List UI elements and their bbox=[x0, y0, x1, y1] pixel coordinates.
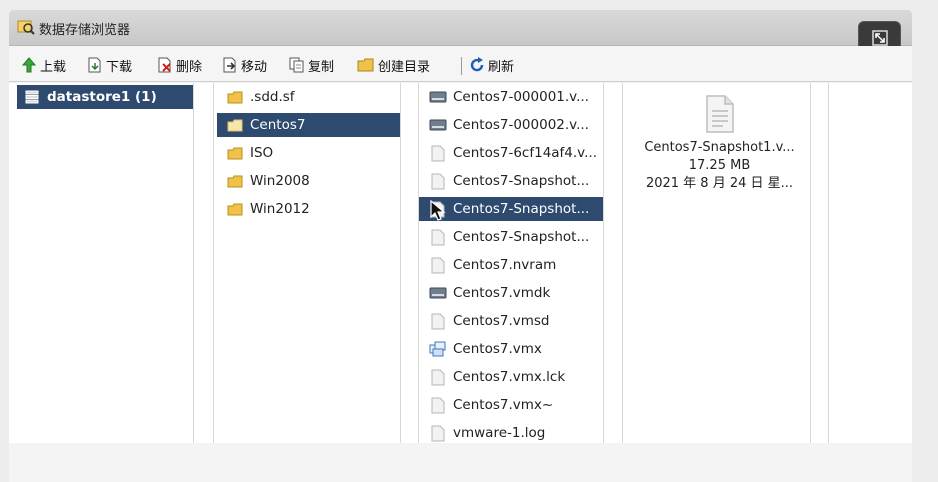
file-label: Centos7.vmx bbox=[453, 341, 542, 357]
file-icon bbox=[429, 229, 447, 245]
file-item[interactable]: Centos7-Snapshot... bbox=[424, 169, 603, 193]
folder-item[interactable]: Win2012 bbox=[222, 197, 400, 221]
window-title: 数据存储浏览器 bbox=[39, 23, 131, 38]
title-bar: 数据存储浏览器 bbox=[9, 10, 912, 46]
download-label: 下载 bbox=[106, 59, 133, 75]
refresh-label: 刷新 bbox=[488, 59, 515, 75]
create-directory-button[interactable]: 创建目录 bbox=[357, 55, 430, 75]
file-label: Centos7-6cf14af4.v... bbox=[453, 145, 597, 161]
file-item[interactable]: Centos7.vmx.lck bbox=[424, 365, 603, 389]
file-item[interactable]: vmware-1.log bbox=[424, 421, 603, 445]
pane-divider bbox=[603, 83, 604, 443]
file-item[interactable]: Centos7-6cf14af4.v... bbox=[424, 141, 603, 165]
file-icon bbox=[429, 397, 447, 413]
folder-label: Centos7 bbox=[250, 117, 306, 133]
file-item[interactable]: Centos7.vmx bbox=[424, 337, 603, 361]
refresh-icon bbox=[470, 57, 484, 72]
move-label: 移动 bbox=[241, 59, 268, 75]
download-button[interactable]: 下载 bbox=[87, 55, 132, 75]
file-label: Centos7-Snapshot... bbox=[453, 229, 590, 245]
pane-divider bbox=[213, 83, 214, 443]
file-icon bbox=[429, 425, 447, 441]
pane-divider bbox=[400, 83, 401, 443]
folder-icon bbox=[226, 89, 244, 105]
copy-icon bbox=[289, 57, 304, 73]
datastore-browser-icon bbox=[17, 18, 35, 36]
disk-icon bbox=[429, 285, 447, 301]
pane-divider bbox=[418, 83, 419, 443]
folder-label: Win2012 bbox=[250, 201, 310, 217]
file-icon bbox=[429, 145, 447, 161]
delete-icon bbox=[158, 57, 171, 73]
toolbar: 上载 下载 删除 移动 复制 创建目录 刷新 bbox=[9, 46, 912, 82]
delete-label: 删除 bbox=[176, 59, 203, 75]
document-icon bbox=[622, 95, 817, 135]
upload-arrow-icon bbox=[21, 57, 37, 73]
folder-item[interactable]: Centos7 bbox=[217, 113, 400, 137]
copy-button[interactable]: 复制 bbox=[289, 55, 334, 75]
download-file-icon bbox=[88, 57, 101, 73]
move-button[interactable]: 移动 bbox=[222, 55, 267, 75]
copy-label: 复制 bbox=[308, 59, 335, 75]
pane-divider bbox=[828, 83, 829, 443]
file-icon bbox=[429, 369, 447, 385]
file-preview: Centos7-Snapshot1.v... 17.25 MB 2021 年 8… bbox=[622, 95, 817, 193]
file-icon bbox=[429, 313, 447, 329]
file-item[interactable]: Centos7-Snapshot... bbox=[419, 197, 603, 221]
file-label: vmware-1.log bbox=[453, 425, 546, 441]
create-directory-label: 创建目录 bbox=[378, 59, 431, 75]
file-label: Centos7-000002.v... bbox=[453, 117, 589, 133]
folder-icon bbox=[226, 201, 244, 217]
file-icon bbox=[429, 173, 447, 189]
file-label: Centos7.vmdk bbox=[453, 285, 551, 301]
folder-icon bbox=[226, 117, 244, 133]
file-label: Centos7.vmx~ bbox=[453, 397, 554, 413]
disk-icon bbox=[429, 117, 447, 133]
file-item[interactable]: Centos7.vmsd bbox=[424, 309, 603, 333]
upload-button[interactable]: 上载 bbox=[21, 55, 66, 75]
folder-item[interactable]: .sdd.sf bbox=[222, 85, 400, 109]
fullscreen-icon bbox=[871, 30, 888, 46]
pane-divider bbox=[193, 83, 194, 443]
file-label: Centos7-000001.v... bbox=[453, 89, 589, 105]
folder-item[interactable]: Win2008 bbox=[222, 169, 400, 193]
datastore-label: datastore1 (1) bbox=[47, 89, 157, 105]
file-label: Centos7-Snapshot... bbox=[453, 201, 590, 217]
move-icon bbox=[223, 57, 236, 73]
file-item[interactable]: Centos7.vmx~ bbox=[424, 393, 603, 417]
preview-file-size: 17.25 MB bbox=[688, 158, 751, 173]
file-label: Centos7.vmsd bbox=[453, 313, 550, 329]
file-item[interactable]: Centos7-000002.v... bbox=[424, 113, 603, 137]
folder-label: Win2008 bbox=[250, 173, 310, 189]
folder-label: .sdd.sf bbox=[250, 89, 295, 105]
toolbar-divider bbox=[461, 57, 462, 75]
folder-item[interactable]: ISO bbox=[222, 141, 400, 165]
folder-label: ISO bbox=[250, 145, 274, 161]
file-label: Centos7.vmx.lck bbox=[453, 369, 566, 385]
file-item[interactable]: Centos7-Snapshot... bbox=[424, 225, 603, 249]
disk-icon bbox=[429, 89, 447, 105]
new-folder-icon bbox=[357, 58, 374, 72]
file-label: Centos7.nvram bbox=[453, 257, 557, 273]
delete-button[interactable]: 删除 bbox=[157, 55, 202, 75]
file-label: Centos7-Snapshot... bbox=[453, 173, 590, 189]
file-item[interactable]: Centos7.nvram bbox=[424, 253, 603, 277]
datastore-icon bbox=[23, 89, 41, 105]
file-item[interactable]: Centos7-000001.v... bbox=[424, 85, 603, 109]
refresh-button[interactable]: 刷新 bbox=[469, 55, 514, 75]
preview-file-name: Centos7-Snapshot1.v... bbox=[644, 140, 795, 155]
file-icon bbox=[429, 257, 447, 273]
mouse-cursor-icon bbox=[430, 200, 446, 221]
file-item[interactable]: Centos7.vmdk bbox=[424, 281, 603, 305]
folder-icon bbox=[226, 173, 244, 189]
upload-label: 上载 bbox=[40, 59, 67, 75]
folder-icon bbox=[226, 145, 244, 161]
vm-icon bbox=[429, 341, 447, 357]
datastore-item[interactable]: datastore1 (1) bbox=[17, 85, 193, 109]
preview-file-date: 2021 年 8 月 24 日 星... bbox=[645, 176, 794, 191]
